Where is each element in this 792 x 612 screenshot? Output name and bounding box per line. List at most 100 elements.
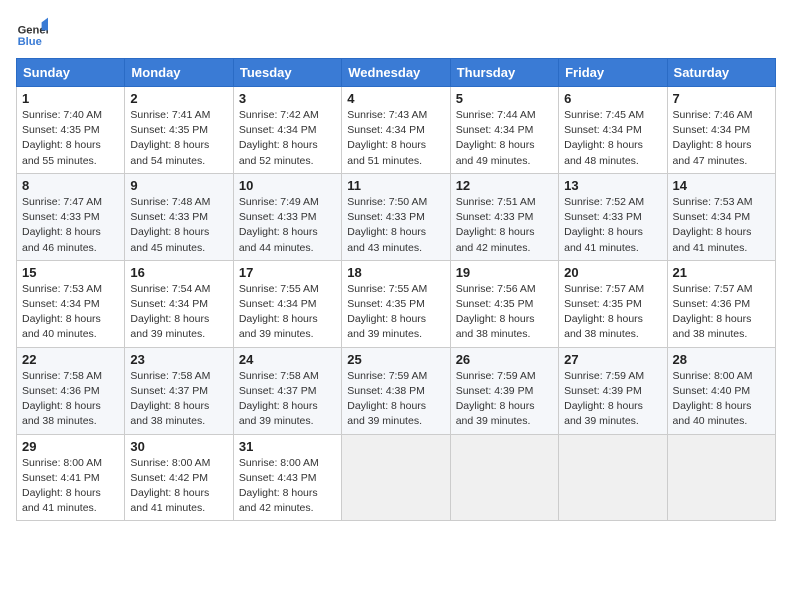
calendar-day-21: 21Sunrise: 7:57 AMSunset: 4:36 PMDayligh… <box>667 260 775 347</box>
day-number: 23 <box>130 352 227 367</box>
weekday-header-friday: Friday <box>559 59 667 87</box>
calendar-day-25: 25Sunrise: 7:59 AMSunset: 4:38 PMDayligh… <box>342 347 450 434</box>
day-number: 20 <box>564 265 661 280</box>
calendar-day-13: 13 Sunrise: 7:52 AMSunset: 4:33 PMDayligh… <box>559 173 667 260</box>
calendar-day-12: 12 Sunrise: 7:51 AMSunset: 4:33 PMDayligh… <box>450 173 558 260</box>
day-number: 22 <box>22 352 119 367</box>
day-info: Sunrise: 7:59 AMSunset: 4:39 PMDaylight:… <box>564 369 661 430</box>
calendar-day-17: 17 Sunrise: 7:55 AMSunset: 4:34 PMDayligh… <box>233 260 341 347</box>
calendar-week-row: 1 Sunrise: 7:40 AMSunset: 4:35 PMDaylight… <box>17 87 776 174</box>
day-number: 3 <box>239 91 336 106</box>
calendar-day-29: 29 Sunrise: 8:00 AMSunset: 4:41 PMDayligh… <box>17 434 125 521</box>
day-info: Sunrise: 7:57 AMSunset: 4:36 PMDaylight:… <box>673 282 770 343</box>
calendar-day-5: 5Sunrise: 7:44 AMSunset: 4:34 PMDaylight… <box>450 87 558 174</box>
calendar-day-7: 7Sunrise: 7:46 AMSunset: 4:34 PMDaylight… <box>667 87 775 174</box>
day-info: Sunrise: 7:43 AMSunset: 4:34 PMDaylight:… <box>347 108 444 169</box>
day-info: Sunrise: 7:55 AMSunset: 4:34 PMDaylight:… <box>239 282 336 343</box>
day-number: 24 <box>239 352 336 367</box>
empty-cell <box>342 434 450 521</box>
day-number: 26 <box>456 352 553 367</box>
empty-cell <box>450 434 558 521</box>
weekday-header-tuesday: Tuesday <box>233 59 341 87</box>
day-number: 28 <box>673 352 770 367</box>
day-info: Sunrise: 7:59 AMSunset: 4:38 PMDaylight:… <box>347 369 444 430</box>
weekday-header-wednesday: Wednesday <box>342 59 450 87</box>
calendar-day-6: 6Sunrise: 7:45 AMSunset: 4:34 PMDaylight… <box>559 87 667 174</box>
calendar-day-30: 30 Sunrise: 8:00 AMSunset: 4:42 PMDayligh… <box>125 434 233 521</box>
calendar-week-row: 15 Sunrise: 7:53 AMSunset: 4:34 PMDayligh… <box>17 260 776 347</box>
svg-text:Blue: Blue <box>18 36 42 48</box>
weekday-header-thursday: Thursday <box>450 59 558 87</box>
calendar-week-row: 22 Sunrise: 7:58 AMSunset: 4:36 PMDayligh… <box>17 347 776 434</box>
day-info: Sunrise: 7:56 AMSunset: 4:35 PMDaylight:… <box>456 282 553 343</box>
day-info: Sunrise: 8:00 AMSunset: 4:41 PMDaylight:… <box>22 456 119 517</box>
calendar-day-10: 10Sunrise: 7:49 AMSunset: 4:33 PMDayligh… <box>233 173 341 260</box>
calendar-week-row: 8 Sunrise: 7:47 AMSunset: 4:33 PMDaylight… <box>17 173 776 260</box>
calendar-day-9: 9 Sunrise: 7:48 AMSunset: 4:33 PMDaylight… <box>125 173 233 260</box>
day-info: Sunrise: 7:54 AMSunset: 4:34 PMDaylight:… <box>130 282 227 343</box>
day-number: 5 <box>456 91 553 106</box>
calendar-day-31: 31 Sunrise: 8:00 AMSunset: 4:43 PMDayligh… <box>233 434 341 521</box>
day-info: Sunrise: 7:51 AMSunset: 4:33 PMDaylight:… <box>456 195 553 256</box>
day-number: 12 <box>456 178 553 193</box>
day-number: 13 <box>564 178 661 193</box>
weekday-header-row: SundayMondayTuesdayWednesdayThursdayFrid… <box>17 59 776 87</box>
day-number: 1 <box>22 91 119 106</box>
day-info: Sunrise: 7:59 AMSunset: 4:39 PMDaylight:… <box>456 369 553 430</box>
day-number: 19 <box>456 265 553 280</box>
day-info: Sunrise: 7:42 AMSunset: 4:34 PMDaylight:… <box>239 108 336 169</box>
calendar-day-3: 3 Sunrise: 7:42 AMSunset: 4:34 PMDaylight… <box>233 87 341 174</box>
day-number: 2 <box>130 91 227 106</box>
calendar-day-24: 24 Sunrise: 7:58 AMSunset: 4:37 PMDayligh… <box>233 347 341 434</box>
calendar-day-4: 4Sunrise: 7:43 AMSunset: 4:34 PMDaylight… <box>342 87 450 174</box>
day-number: 14 <box>673 178 770 193</box>
weekday-header-saturday: Saturday <box>667 59 775 87</box>
calendar-day-1: 1 Sunrise: 7:40 AMSunset: 4:35 PMDaylight… <box>17 87 125 174</box>
logo-icon: General Blue <box>16 16 48 48</box>
day-info: Sunrise: 7:53 AMSunset: 4:34 PMDaylight:… <box>22 282 119 343</box>
day-info: Sunrise: 8:00 AMSunset: 4:42 PMDaylight:… <box>130 456 227 517</box>
day-number: 30 <box>130 439 227 454</box>
day-number: 29 <box>22 439 119 454</box>
day-info: Sunrise: 7:48 AMSunset: 4:33 PMDaylight:… <box>130 195 227 256</box>
day-number: 18 <box>347 265 444 280</box>
calendar-day-19: 19 Sunrise: 7:56 AMSunset: 4:35 PMDayligh… <box>450 260 558 347</box>
day-info: Sunrise: 7:53 AMSunset: 4:34 PMDaylight:… <box>673 195 770 256</box>
day-info: Sunrise: 7:50 AMSunset: 4:33 PMDaylight:… <box>347 195 444 256</box>
day-number: 16 <box>130 265 227 280</box>
logo: General Blue <box>16 16 52 48</box>
day-number: 17 <box>239 265 336 280</box>
day-info: Sunrise: 8:00 AMSunset: 4:40 PMDaylight:… <box>673 369 770 430</box>
weekday-header-monday: Monday <box>125 59 233 87</box>
day-info: Sunrise: 7:45 AMSunset: 4:34 PMDaylight:… <box>564 108 661 169</box>
day-number: 27 <box>564 352 661 367</box>
calendar-day-23: 23Sunrise: 7:58 AMSunset: 4:37 PMDayligh… <box>125 347 233 434</box>
calendar-week-row: 29 Sunrise: 8:00 AMSunset: 4:41 PMDayligh… <box>17 434 776 521</box>
day-info: Sunrise: 7:58 AMSunset: 4:37 PMDaylight:… <box>239 369 336 430</box>
day-number: 9 <box>130 178 227 193</box>
day-number: 11 <box>347 178 444 193</box>
calendar-day-16: 16 Sunrise: 7:54 AMSunset: 4:34 PMDayligh… <box>125 260 233 347</box>
day-number: 10 <box>239 178 336 193</box>
day-info: Sunrise: 7:47 AMSunset: 4:33 PMDaylight:… <box>22 195 119 256</box>
weekday-header-sunday: Sunday <box>17 59 125 87</box>
calendar-table: SundayMondayTuesdayWednesdayThursdayFrid… <box>16 58 776 521</box>
calendar-day-26: 26 Sunrise: 7:59 AMSunset: 4:39 PMDayligh… <box>450 347 558 434</box>
empty-cell <box>667 434 775 521</box>
day-info: Sunrise: 7:41 AMSunset: 4:35 PMDaylight:… <box>130 108 227 169</box>
day-number: 31 <box>239 439 336 454</box>
calendar-day-11: 11 Sunrise: 7:50 AMSunset: 4:33 PMDayligh… <box>342 173 450 260</box>
day-info: Sunrise: 7:58 AMSunset: 4:36 PMDaylight:… <box>22 369 119 430</box>
day-info: Sunrise: 7:55 AMSunset: 4:35 PMDaylight:… <box>347 282 444 343</box>
day-number: 8 <box>22 178 119 193</box>
day-number: 15 <box>22 265 119 280</box>
day-info: Sunrise: 8:00 AMSunset: 4:43 PMDaylight:… <box>239 456 336 517</box>
day-info: Sunrise: 7:46 AMSunset: 4:34 PMDaylight:… <box>673 108 770 169</box>
calendar-day-22: 22 Sunrise: 7:58 AMSunset: 4:36 PMDayligh… <box>17 347 125 434</box>
empty-cell <box>559 434 667 521</box>
day-info: Sunrise: 7:52 AMSunset: 4:33 PMDaylight:… <box>564 195 661 256</box>
calendar-day-14: 14 Sunrise: 7:53 AMSunset: 4:34 PMDayligh… <box>667 173 775 260</box>
day-info: Sunrise: 7:40 AMSunset: 4:35 PMDaylight:… <box>22 108 119 169</box>
calendar-day-15: 15 Sunrise: 7:53 AMSunset: 4:34 PMDayligh… <box>17 260 125 347</box>
calendar-day-28: 28 Sunrise: 8:00 AMSunset: 4:40 PMDayligh… <box>667 347 775 434</box>
